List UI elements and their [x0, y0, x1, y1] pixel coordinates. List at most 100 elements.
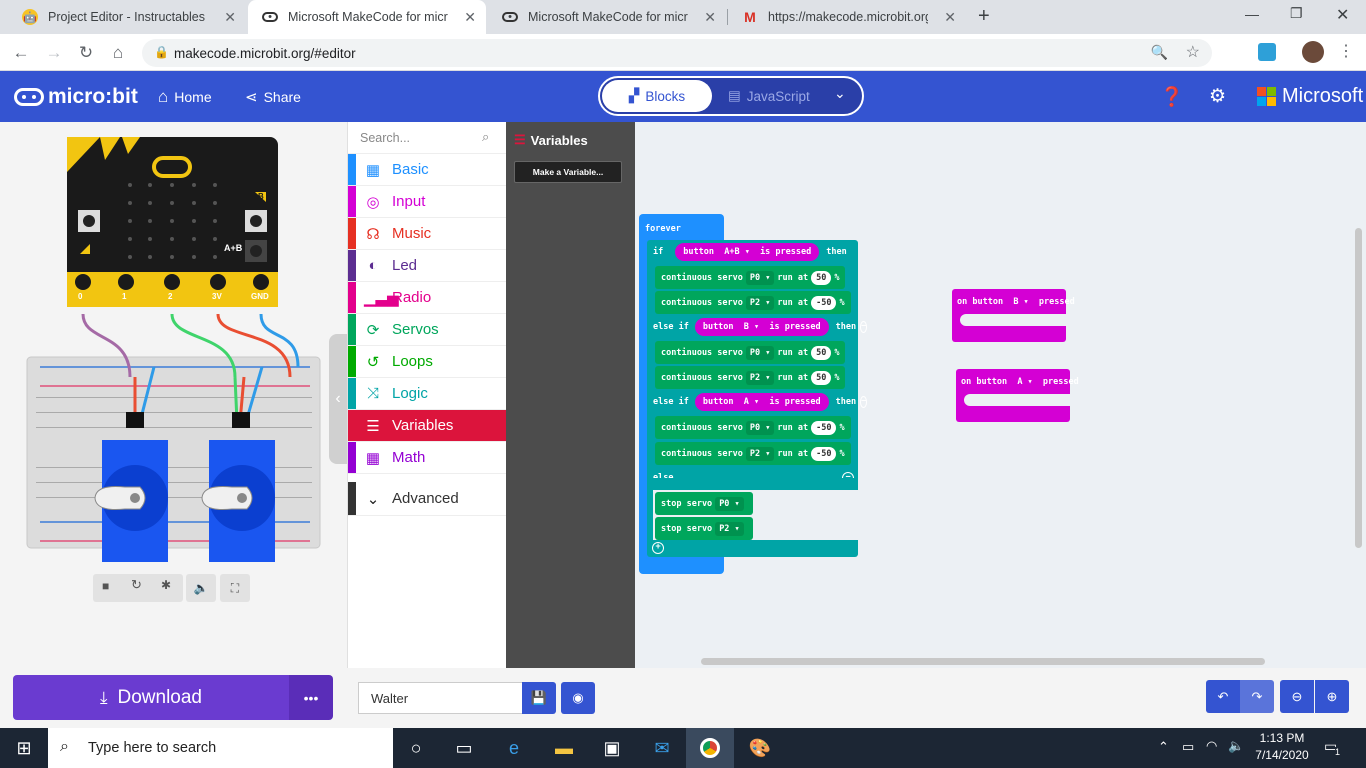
- dropdown-value[interactable]: A: [744, 397, 749, 407]
- toolbox-search-input[interactable]: Search... ⌕: [348, 122, 507, 154]
- mail-icon[interactable]: ✉: [638, 728, 686, 768]
- pin-dropdown[interactable]: P2 ▾: [715, 521, 744, 536]
- speed-value[interactable]: -50: [811, 295, 837, 310]
- speed-value[interactable]: -50: [811, 446, 837, 461]
- stop-servo-block[interactable]: stop servo P2 ▾: [655, 517, 753, 540]
- dropdown-value[interactable]: B: [1013, 297, 1018, 307]
- zoom-out-icon[interactable]: ⊖: [1280, 680, 1314, 713]
- button-pressed-block[interactable]: button A ▾ is pressed: [694, 393, 829, 411]
- debug-bug-icon[interactable]: ✱: [161, 578, 171, 592]
- servo-run-block[interactable]: continuous servo P2 ▾ run at -50 %: [655, 291, 851, 314]
- wifi-icon[interactable]: ◠: [1206, 738, 1217, 754]
- download-button[interactable]: ⤓ Download: [13, 675, 289, 720]
- browser-tab[interactable]: M https://makecode.microbit.org/_l ✕: [728, 0, 966, 34]
- servo-run-block[interactable]: continuous servo P0 ▾ run at 50 %: [655, 266, 846, 289]
- extension-icon[interactable]: [1258, 43, 1276, 61]
- new-tab-icon[interactable]: +: [978, 5, 990, 28]
- browser-tab[interactable]: 🤖 Project Editor - Instructables ✕: [8, 0, 246, 34]
- cortana-icon[interactable]: ○: [392, 728, 440, 768]
- system-clock[interactable]: 1:13 PM 7/14/2020: [1254, 731, 1310, 762]
- pin-dropdown[interactable]: P0 ▾: [745, 270, 775, 285]
- button-pressed-block[interactable]: button A+B ▾ is pressed: [675, 243, 820, 261]
- pin-dropdown[interactable]: P2 ▾: [745, 370, 775, 385]
- toolbox-servos[interactable]: ⟳ Servos: [348, 314, 507, 346]
- browser-tab-active[interactable]: • Microsoft MakeCode for micro:bi ✕: [248, 0, 486, 34]
- stop-servo-block[interactable]: stop servo P0 ▾: [655, 492, 753, 515]
- on-button-a-event[interactable]: on button A ▾ pressed: [956, 369, 1079, 422]
- microbit-logo[interactable]: micro:bit: [14, 71, 138, 122]
- toolbox-radio[interactable]: ▁▃▅ Radio: [348, 282, 507, 314]
- toolbox-variables[interactable]: ☰ Variables: [348, 410, 507, 442]
- search-icon[interactable]: ⌕: [482, 129, 489, 145]
- toolbox-advanced[interactable]: ⌄ Advanced: [348, 482, 507, 516]
- close-window-icon[interactable]: ✕: [1336, 5, 1349, 25]
- mute-icon[interactable]: 🔈: [186, 574, 216, 602]
- home-button[interactable]: ⌂ Home: [158, 71, 212, 122]
- remove-clause-icon[interactable]: −: [860, 321, 868, 333]
- close-tab-icon[interactable]: ✕: [464, 9, 476, 26]
- pin-dropdown[interactable]: P2 ▾: [745, 446, 775, 461]
- make-variable-button[interactable]: Make a Variable...: [514, 161, 622, 183]
- speed-value[interactable]: 50: [811, 345, 832, 360]
- javascript-tab[interactable]: ▤ JavaScript: [728, 80, 828, 112]
- undo-icon[interactable]: ↶: [1206, 680, 1240, 713]
- add-clause-icon[interactable]: +: [652, 542, 664, 554]
- edge-icon[interactable]: e: [490, 728, 538, 768]
- project-name-input[interactable]: Walter: [358, 682, 522, 714]
- speed-value[interactable]: 50: [811, 370, 832, 385]
- speed-value[interactable]: 50: [811, 270, 832, 285]
- home-icon[interactable]: ⌂: [105, 40, 131, 66]
- speed-value[interactable]: -50: [811, 420, 837, 435]
- toolbox-loops[interactable]: ↺ Loops: [348, 346, 507, 378]
- chevron-up-icon[interactable]: ⌃: [1158, 739, 1169, 755]
- horizontal-scrollbar[interactable]: [701, 658, 1265, 665]
- blocks-tab[interactable]: ▞ Blocks: [602, 80, 712, 112]
- vertical-scrollbar[interactable]: [1355, 228, 1362, 548]
- collapse-simulator-icon[interactable]: ‹: [329, 334, 347, 464]
- servo-run-block[interactable]: continuous servo P0 ▾ run at 50 %: [655, 341, 846, 364]
- chevron-down-icon[interactable]: ⌄: [834, 85, 846, 102]
- restore-icon[interactable]: ❐: [1290, 5, 1303, 22]
- profile-avatar[interactable]: [1302, 41, 1324, 63]
- stop-icon[interactable]: ■: [102, 579, 109, 593]
- toolbox-led[interactable]: ◐ Led: [348, 250, 507, 282]
- toolbox-input[interactable]: ◎ Input: [348, 186, 507, 218]
- zoom-in-icon[interactable]: ⊕: [1315, 680, 1349, 713]
- pin-dropdown[interactable]: P0 ▾: [745, 420, 775, 435]
- zoom-icon[interactable]: 🔍: [1151, 44, 1168, 61]
- dropdown-value[interactable]: A: [1017, 377, 1022, 387]
- toolbox-math[interactable]: ▦ Math: [348, 442, 507, 474]
- save-icon[interactable]: 💾: [522, 682, 556, 714]
- settings-gear-icon[interactable]: ⚙: [1209, 71, 1226, 122]
- pin-dropdown[interactable]: P0 ▾: [715, 496, 744, 511]
- close-tab-icon[interactable]: ✕: [944, 9, 956, 26]
- url-field[interactable]: 🔒 makecode.microbit.org/#editor 🔍 ☆: [142, 39, 1212, 67]
- reload-icon[interactable]: ↻: [73, 40, 99, 66]
- on-button-b-event[interactable]: on button B ▾ pressed: [952, 289, 1075, 342]
- microsoft-logo[interactable]: Microsoft: [1257, 71, 1363, 122]
- pin-dropdown[interactable]: P0 ▾: [745, 345, 775, 360]
- remove-clause-icon[interactable]: −: [860, 396, 868, 408]
- help-icon[interactable]: ❓: [1160, 71, 1184, 122]
- fullscreen-icon[interactable]: ⛶: [220, 574, 250, 602]
- chrome-icon[interactable]: [686, 728, 734, 768]
- pin-dropdown[interactable]: P2 ▾: [745, 295, 775, 310]
- bookmark-star-icon[interactable]: ☆: [1186, 42, 1200, 62]
- servo-run-block[interactable]: continuous servo P0 ▾ run at -50 %: [655, 416, 851, 439]
- dropdown-value[interactable]: A+B: [724, 247, 739, 257]
- dropdown-value[interactable]: B: [744, 322, 749, 332]
- forward-icon[interactable]: →: [41, 40, 67, 66]
- servo-run-block[interactable]: continuous servo P2 ▾ run at 50 %: [655, 366, 846, 389]
- servo-run-block[interactable]: continuous servo P2 ▾ run at -50 %: [655, 442, 851, 465]
- store-icon[interactable]: ▣: [588, 728, 636, 768]
- volume-icon[interactable]: 🔈: [1228, 738, 1244, 754]
- paint-icon[interactable]: 🎨: [736, 728, 784, 768]
- button-pressed-block[interactable]: button B ▾ is pressed: [694, 318, 829, 336]
- blocks-workspace[interactable]: forever if button A+B ▾ is pressed then …: [635, 122, 1366, 668]
- browser-tab[interactable]: • Microsoft MakeCode for micro:bi ✕: [488, 0, 726, 34]
- redo-icon[interactable]: ↷: [1240, 680, 1274, 713]
- github-icon[interactable]: ◉: [561, 682, 595, 714]
- windows-start-icon[interactable]: ⊞: [0, 728, 48, 768]
- toolbox-music[interactable]: ☊ Music: [348, 218, 507, 250]
- more-download-options-icon[interactable]: •••: [289, 675, 333, 720]
